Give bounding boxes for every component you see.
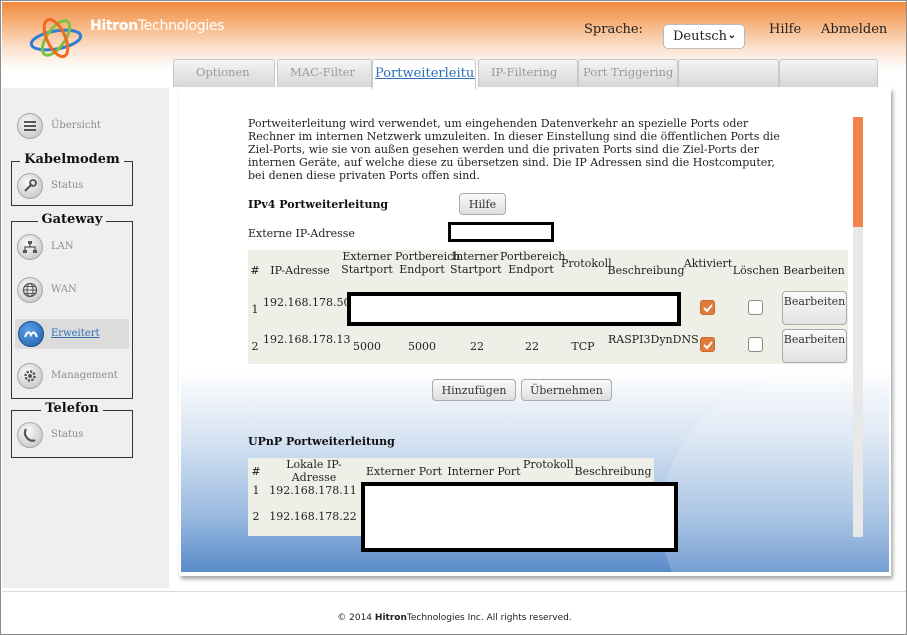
chevron-down-icon: ⌄: [727, 30, 736, 41]
network-icon: [17, 234, 43, 260]
upnp-rows-redacted: [361, 482, 678, 552]
footer: © 2014 HitronTechnologies Inc. All right…: [1, 613, 906, 623]
help-link[interactable]: Hilfe: [769, 22, 801, 37]
footer-brand-bold: Hitron: [374, 613, 407, 623]
upnp-title: UPnP Portweiterleitung: [248, 435, 395, 448]
group-title-gateway: Gateway: [37, 212, 107, 227]
add-button[interactable]: Hinzufügen: [432, 379, 516, 401]
brand-bold: Hitron: [90, 18, 138, 34]
ipv4-row2-ext-end: 5000: [408, 340, 436, 353]
sidebar-label-cable-status: Status: [51, 180, 84, 191]
ipv4-row1-edit-button[interactable]: Bearbeiten: [782, 291, 847, 325]
sidebar-label-overview: Übersicht: [51, 120, 101, 131]
col-header-ip: IP-Adresse: [270, 264, 330, 277]
col-header-delete: Löschen: [732, 264, 780, 277]
language-label: Sprache:: [584, 22, 643, 37]
upnp-col-header-proto: Protokoll: [523, 458, 574, 471]
tab-mac-filter[interactable]: MAC-Filter: [277, 59, 372, 87]
upnp-col-header-int: Interner Port: [447, 465, 521, 478]
apply-button[interactable]: Übernehmen: [521, 379, 612, 401]
upnp-row1-ip: 192.168.178.11: [269, 484, 357, 497]
ipv4-row2-delete-checkbox[interactable]: [748, 337, 763, 352]
ipv4-row2-desc: RASPI3DynDNS: [608, 333, 699, 346]
ipv4-row2-ext-start: 5000: [353, 340, 381, 353]
col-header-edit: Bearbeiten: [783, 264, 845, 277]
sidebar-item-erweitert[interactable]: Erweitert: [15, 319, 129, 349]
logout-link[interactable]: Abmelden: [821, 22, 887, 37]
sidebar-label-erweitert: Erweitert: [51, 328, 100, 339]
tab-optionen[interactable]: Optionen: [173, 59, 275, 87]
tab-ip-filtering[interactable]: IP-Filtering: [478, 59, 578, 87]
ipv4-row1-redacted: [347, 292, 681, 326]
globe-icon: [17, 277, 43, 303]
group-title-kabelmodem: Kabelmodem: [20, 152, 124, 167]
ipv4-row2-ip: 192.168.178.13: [263, 333, 351, 346]
group-title-telefon: Telefon: [41, 401, 103, 416]
list-icon: [17, 113, 43, 139]
col-header-desc: Beschreibung: [607, 264, 685, 277]
sidebar-label-lan: LAN: [51, 241, 74, 252]
ipv4-row1-ip: 192.168.178.50: [263, 296, 351, 309]
footer-brand-rest: Technologies: [406, 613, 465, 623]
footer-copyright: © 2014: [337, 613, 373, 623]
ipv4-row2-num: 2: [251, 340, 259, 353]
upnp-col-header-ext: Externer Port: [365, 465, 443, 478]
intro-text: Portweiterleitung wird verwendet, um ein…: [248, 117, 780, 182]
tab-empty-2[interactable]: [779, 59, 878, 87]
sidebar: Übersicht Kabelmodem Status Gateway LAN …: [2, 88, 169, 588]
phone-icon: [17, 422, 43, 448]
upnp-row2-num: 2: [252, 510, 260, 523]
wrench-icon: [17, 173, 43, 199]
ipv4-row1-active-checkbox[interactable]: [700, 300, 715, 315]
footer-suffix: Inc. All rights reserved.: [467, 613, 572, 623]
ipv4-title: IPv4 Portweiterleitung: [248, 198, 389, 211]
upnp-col-header-num: #: [251, 465, 261, 478]
ipv4-row2-proto: TCP: [571, 340, 595, 353]
checkmark-icon: [703, 304, 713, 313]
page-frame: HitronTechnologies Sprache: Deutsch ⌄ Hi…: [0, 0, 907, 635]
advanced-settings-icon: [18, 321, 44, 347]
ipv4-row1-num: 1: [251, 303, 259, 316]
ipv4-row2-int-end: 22: [525, 340, 539, 353]
upnp-col-header-ip: Lokale IP-Adresse: [286, 458, 342, 484]
tab-portweiterleitung[interactable]: Portweiterleitung: [372, 59, 476, 89]
checkmark-icon: [703, 341, 713, 350]
footer-divider: [2, 591, 906, 592]
brand-name: HitronTechnologies: [90, 18, 225, 34]
language-select[interactable]: Deutsch ⌄: [663, 24, 745, 49]
ipv4-row2-active-checkbox[interactable]: [700, 337, 715, 352]
brand-rest: Technologies: [137, 18, 225, 34]
sidebar-label-management: Management: [51, 370, 118, 381]
col-header-int-start: Interner Startport: [450, 250, 502, 276]
help-button[interactable]: Hilfe: [459, 193, 506, 215]
col-header-int-end: Portbereich Endport: [500, 250, 566, 276]
col-header-num: #: [250, 264, 260, 277]
ipv4-row2-int-start: 22: [470, 340, 484, 353]
external-ip-value-redacted: [448, 222, 554, 242]
upnp-col-header-desc: Beschreibung: [574, 465, 652, 478]
tab-port-triggering[interactable]: Port Triggering: [578, 59, 678, 87]
col-header-ext-start: Externer Startport: [341, 250, 393, 276]
upnp-row1-num: 1: [252, 484, 260, 497]
sidebar-label-phone-status: Status: [51, 429, 84, 440]
col-header-active: Aktiviert: [683, 257, 733, 270]
sidebar-label-wan: WAN: [51, 284, 77, 295]
col-header-proto: Protokoll: [561, 257, 612, 270]
scrollbar-thumb[interactable]: [853, 117, 863, 227]
gear-icon: [17, 363, 43, 389]
ipv4-row2-edit-button[interactable]: Bearbeiten: [782, 329, 847, 363]
col-header-ext-end: Portbereich Endport: [395, 250, 461, 276]
upnp-row2-ip: 192.168.178.22: [269, 510, 357, 523]
tab-empty-1[interactable]: [678, 59, 779, 87]
external-ip-label: Externe IP-Adresse: [248, 227, 355, 240]
language-selected: Deutsch: [673, 29, 728, 44]
hitron-logo-icon: [29, 17, 83, 59]
ipv4-row1-delete-checkbox[interactable]: [748, 300, 763, 315]
